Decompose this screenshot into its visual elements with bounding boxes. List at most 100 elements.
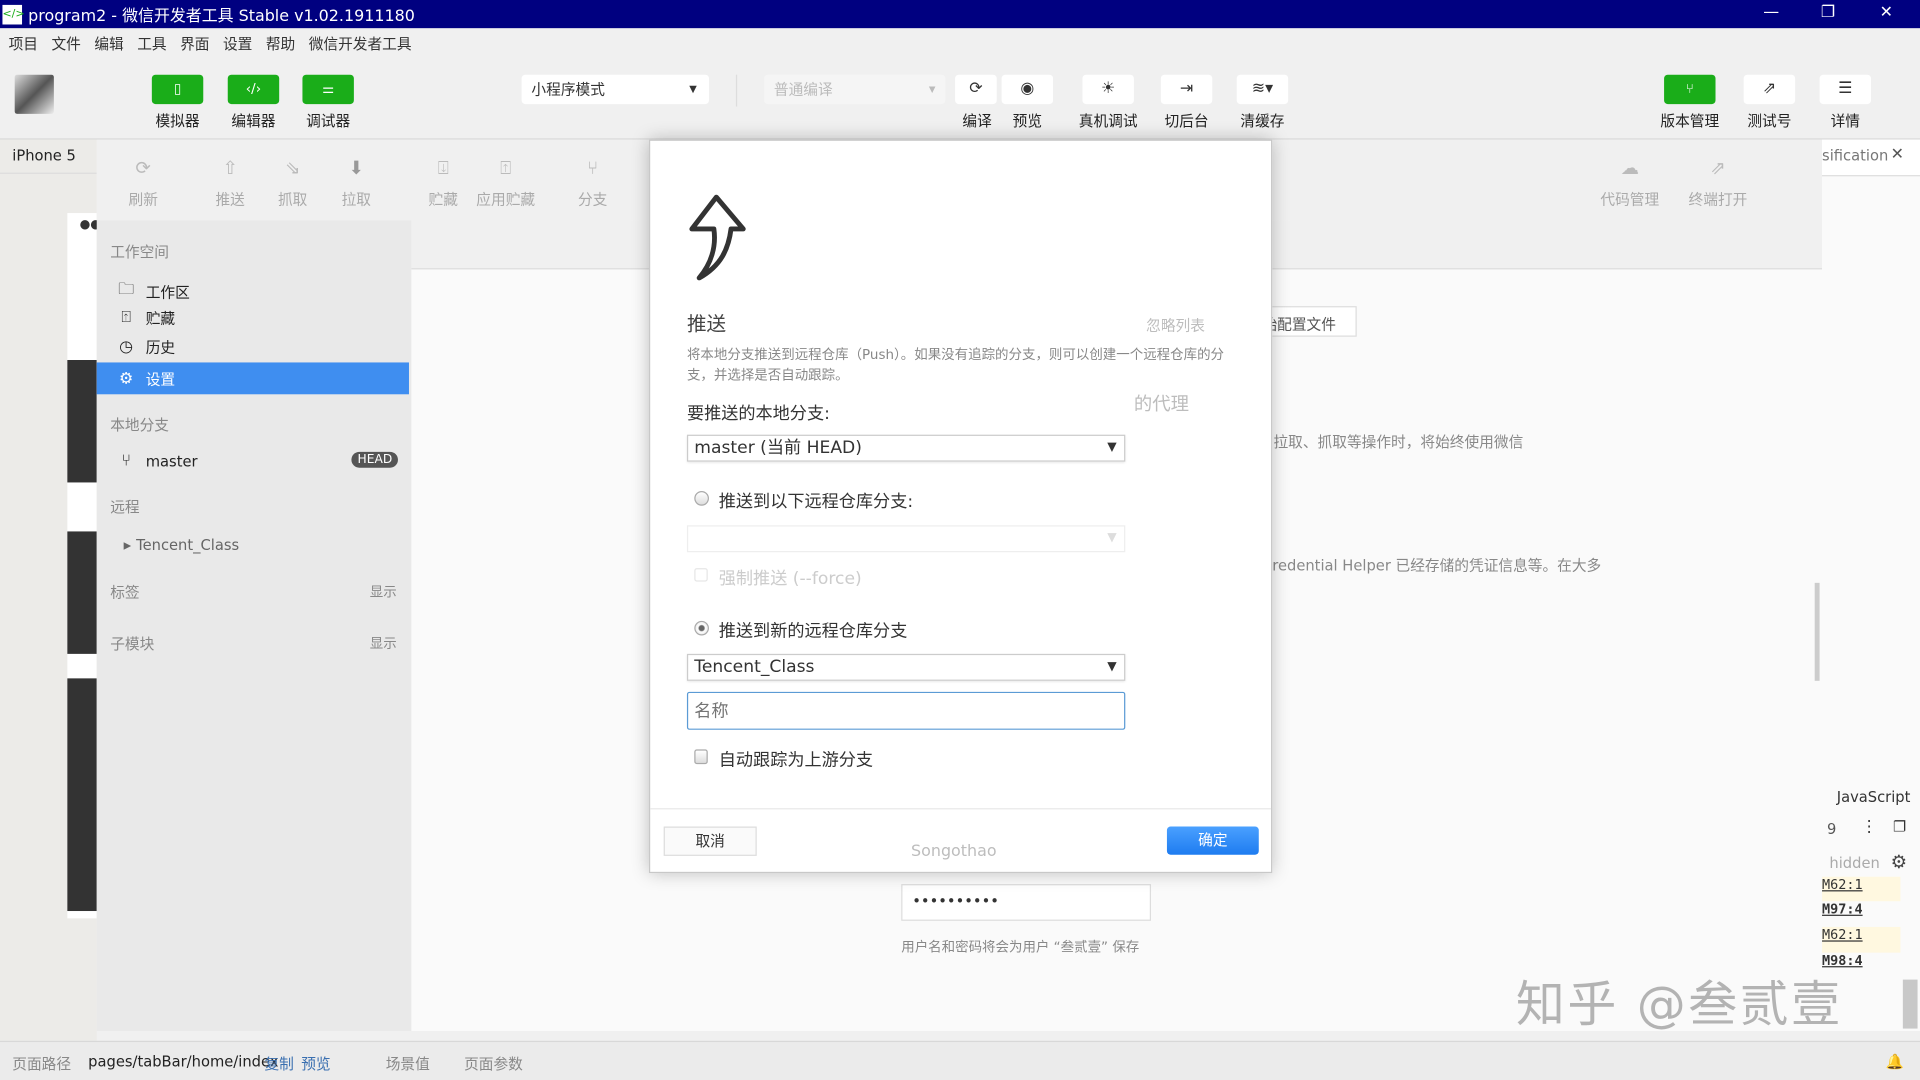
details-label: 详情 — [1830, 112, 1861, 130]
pull-icon[interactable]: ⬇ — [344, 157, 368, 179]
head-badge: HEAD — [351, 451, 399, 468]
git-refresh-label[interactable]: 刷新 — [119, 189, 168, 210]
editor-button[interactable]: ‹/› — [227, 74, 280, 105]
track-checkbox[interactable] — [694, 749, 708, 765]
git-apply-stash-label[interactable]: 应用贮藏 — [469, 189, 542, 210]
source-link[interactable]: M62:1 — [1822, 926, 1901, 953]
close-window-button[interactable]: ✕ — [1880, 4, 1893, 22]
layers-icon: ≋▾ — [1251, 79, 1274, 98]
open-terminal-label[interactable]: 终端打开 — [1681, 189, 1754, 210]
cloud-icon[interactable]: ☁ — [1618, 157, 1642, 179]
clear-cache-button[interactable]: ≋▾ — [1236, 74, 1289, 105]
debugger-button[interactable]: ⚌ — [302, 74, 354, 105]
git-push-label[interactable]: 推送 — [206, 189, 255, 210]
version-button[interactable]: ⑂ — [1664, 74, 1716, 105]
push-icon[interactable]: ⇧ — [218, 157, 242, 179]
branch-name-input[interactable] — [686, 691, 1126, 730]
menu-tools[interactable]: 工具 — [137, 32, 166, 53]
git-stash-label[interactable]: 贮藏 — [419, 189, 468, 210]
branch-icon: ⑂ — [1685, 80, 1694, 97]
compile-button[interactable]: ⟳ — [955, 74, 997, 105]
close-icon[interactable]: ✕ — [1891, 146, 1904, 164]
preview-path-link[interactable]: 预览 — [301, 1053, 330, 1074]
devtools-tab[interactable]: sification ✕ — [1822, 139, 1920, 177]
device-select[interactable]: iPhone 5 — [12, 147, 76, 164]
preview-button[interactable]: ◉ — [1001, 74, 1054, 105]
mode-select[interactable]: 小程序模式 ▼ — [521, 74, 709, 105]
ignore-list-tab[interactable]: 忽略列表 — [1146, 315, 1205, 336]
workspace-header: 工作空间 — [110, 243, 169, 261]
source-link[interactable]: M62:1 — [1822, 876, 1901, 902]
radio-existing-remote[interactable] — [694, 491, 709, 506]
caret-down-icon: ▼ — [1107, 440, 1117, 455]
menu-help[interactable]: 帮助 — [266, 32, 295, 53]
stash-icon[interactable]: ⍗ — [431, 157, 455, 179]
history-icon: ◷ — [119, 337, 134, 357]
sidebar-item-stash[interactable]: ⍐ 贮藏 — [116, 307, 175, 328]
confirm-button[interactable]: 确定 — [1166, 826, 1259, 855]
menu-view[interactable]: 界面 — [180, 32, 209, 53]
menu-edit[interactable]: 编辑 — [94, 32, 123, 53]
window-icon[interactable]: ❐ — [1893, 818, 1906, 835]
bell-icon[interactable]: 🔔 — [1886, 1053, 1904, 1070]
sidebar-item-workspace[interactable]: 🗀 工作区 — [116, 278, 190, 305]
remote-item[interactable]: ▶ Tencent_Class — [124, 536, 239, 553]
local-branch-select[interactable]: master (当前 HEAD) ▼ — [686, 434, 1126, 462]
maximize-button[interactable]: ❐ — [1821, 4, 1835, 22]
scrollbar[interactable] — [1902, 979, 1918, 1029]
menu-file[interactable]: 文件 — [51, 32, 80, 53]
simulator-button[interactable]: ▯ — [151, 74, 204, 105]
details-button[interactable]: ☰ — [1819, 74, 1872, 105]
caret-down-icon: ▼ — [1107, 660, 1117, 674]
dialog-title: 推送 — [686, 312, 727, 336]
simulator-screen[interactable]: ●● — [67, 213, 101, 919]
menu-settings[interactable]: 设置 — [223, 32, 252, 53]
force-checkbox[interactable] — [694, 568, 708, 582]
apply-stash-icon[interactable]: ⍐ — [493, 157, 517, 179]
content-block — [67, 531, 97, 654]
copy-path-link[interactable]: 复制 — [264, 1053, 293, 1074]
branch-icon[interactable]: ⑂ — [580, 157, 604, 179]
sidebar-item-settings[interactable]: ⚙ 设置 — [96, 362, 409, 395]
refresh-icon: ⟳ — [969, 79, 983, 98]
more-vertical-icon[interactable]: ⋮ — [1861, 818, 1877, 836]
source-link[interactable]: M97:4 — [1822, 901, 1900, 927]
refresh-icon[interactable]: ⟳ — [131, 157, 155, 179]
language-label: JavaScript — [1836, 788, 1911, 806]
radio-new-remote[interactable] — [694, 620, 709, 636]
branch-item-master[interactable]: ⑂ master — [116, 452, 197, 470]
fetch-icon[interactable]: ⇘ — [280, 157, 304, 179]
scrollbar[interactable] — [1814, 582, 1820, 681]
menu-wechat-devtools[interactable]: 微信开发者工具 — [309, 32, 412, 53]
existing-remote-select[interactable]: ▼ — [686, 525, 1126, 553]
preview-label: 预览 — [1012, 112, 1043, 130]
scene-value-button[interactable]: 场景值 — [386, 1053, 430, 1074]
password-field[interactable]: •••••••••• — [901, 884, 1152, 921]
avatar[interactable] — [14, 74, 54, 114]
tags-show-toggle[interactable]: 显示 — [370, 582, 397, 602]
test-account-button[interactable]: ⇗ — [1743, 74, 1796, 105]
app-logo-icon: </> — [2, 4, 25, 24]
remote-select[interactable]: Tencent_Class ▼ — [686, 653, 1126, 681]
sidebar-item-history[interactable]: ◷ 历史 — [116, 337, 175, 358]
cancel-button[interactable]: 取消 — [663, 826, 757, 856]
compile-mode-select[interactable]: 普通编译 ▼ — [764, 74, 946, 105]
background-button[interactable]: ⇥ — [1160, 74, 1213, 105]
code-manage-label[interactable]: 代码管理 — [1593, 189, 1666, 210]
push-dialog: 推送 将本地分支推送到远程仓库（Push）。如果没有追踪的分支，则可以创建一个远… — [648, 139, 1273, 874]
git-fetch-label[interactable]: 抓取 — [268, 189, 317, 210]
page-params-button[interactable]: 页面参数 — [464, 1053, 523, 1074]
remote-debug-button[interactable]: ☀ — [1082, 74, 1134, 105]
gear-icon[interactable]: ⚙ — [1891, 851, 1907, 873]
sidebar-item-label: 历史 — [145, 339, 176, 357]
username-field[interactable]: Songothao — [911, 842, 997, 860]
hidden-label: hidden — [1829, 854, 1880, 872]
menu-project[interactable]: 项目 — [9, 32, 38, 53]
external-link-icon[interactable]: ⇗ — [1706, 157, 1730, 179]
git-pull-label[interactable]: 拉取 — [332, 189, 381, 210]
git-branch-label[interactable]: 分支 — [568, 189, 617, 210]
minimize-button[interactable]: — — [1763, 4, 1779, 22]
background-label: 切后台 — [1164, 112, 1209, 130]
submodules-show-toggle[interactable]: 显示 — [370, 633, 397, 653]
tags-header: 标签 — [110, 584, 140, 602]
